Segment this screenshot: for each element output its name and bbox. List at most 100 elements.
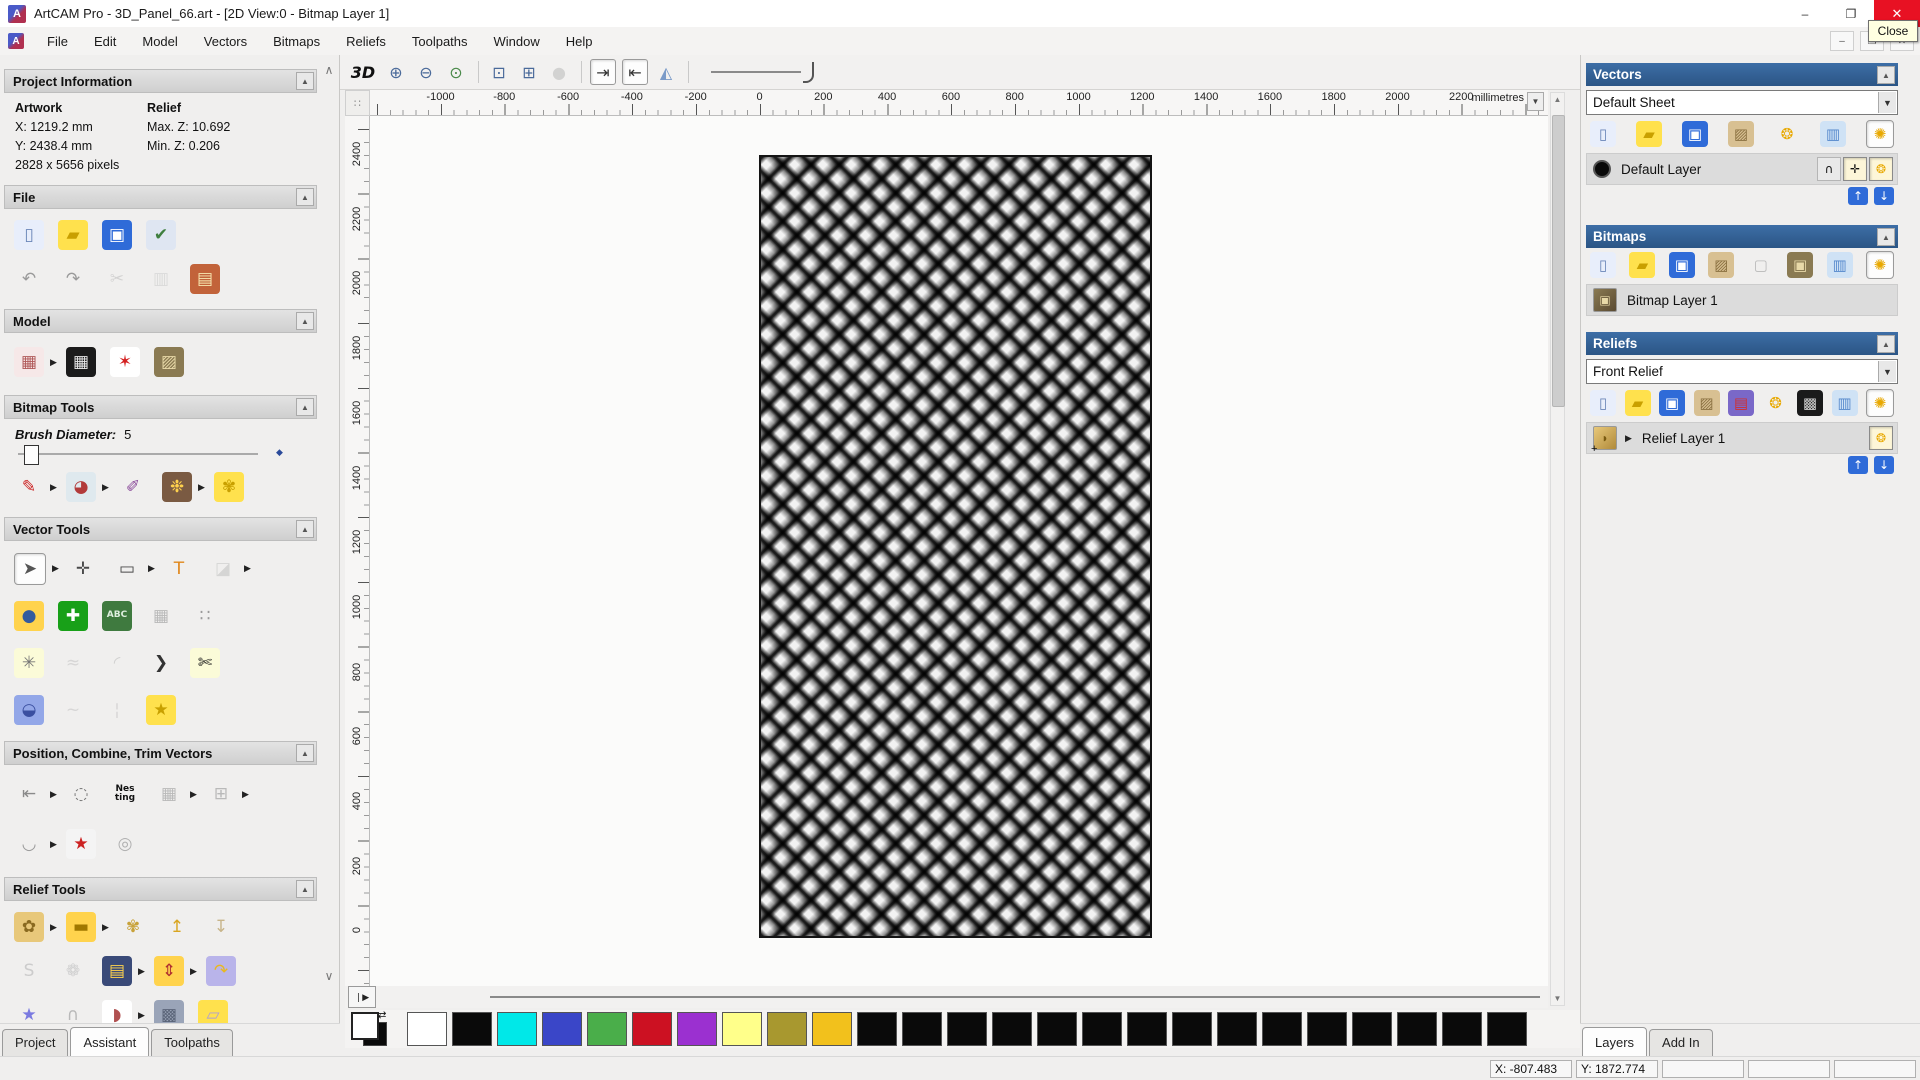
collapse-reliefs-button[interactable]: ▲ xyxy=(1877,335,1895,353)
nesting-icon[interactable]: Nes ting xyxy=(110,779,140,809)
slider-handle[interactable] xyxy=(803,62,814,83)
new-model-icon[interactable]: ▯ xyxy=(14,220,44,250)
new-bitmap-layer-icon[interactable]: ▯ xyxy=(1590,252,1616,278)
palette-swatch-black[interactable] xyxy=(992,1012,1032,1046)
zoom-selection-icon[interactable]: ● xyxy=(547,60,571,84)
wrap-relief-icon[interactable]: ↷ xyxy=(206,956,236,986)
palette-icon[interactable]: ❉ xyxy=(162,472,192,502)
layer-visibility-icon[interactable]: ❂ xyxy=(1869,426,1893,450)
scroll-right-button[interactable]: ❘▶ xyxy=(348,986,376,1008)
lighting-icon[interactable]: ✶ xyxy=(110,347,140,377)
save-model-icon[interactable]: ▣ xyxy=(102,220,132,250)
create-vector-text-icon[interactable]: ABC xyxy=(102,600,132,631)
create-text-icon[interactable]: T xyxy=(164,554,194,584)
vertical-scrollbar[interactable]: ▲ ▼ xyxy=(1550,92,1565,1006)
primary-colour-swatch[interactable] xyxy=(351,1012,379,1040)
delete-bitmap-layer-icon[interactable]: ▥ xyxy=(1826,252,1853,278)
palette-swatch-black[interactable] xyxy=(857,1012,897,1046)
move-layer-up-button[interactable]: ↑ xyxy=(1848,456,1868,474)
attach-bitmap-icon[interactable]: ▣ xyxy=(1787,252,1814,278)
delete-relief-layer-icon[interactable]: ▥ xyxy=(1831,390,1858,416)
set-model-size-icon[interactable]: ▦ xyxy=(14,347,44,377)
ruler-origin-icon[interactable]: ∷ xyxy=(345,90,370,116)
greyscale-relief-icon[interactable]: ▩ xyxy=(1797,390,1823,416)
envelope-distort-icon[interactable]: ▦ xyxy=(146,601,176,631)
chevron-down-icon[interactable]: ▼ xyxy=(1878,92,1896,113)
undo-icon[interactable]: ↶ xyxy=(14,264,44,294)
cut-icon[interactable]: ✂ xyxy=(102,264,132,294)
swap-colours-icon[interactable]: ⇄ xyxy=(378,1010,386,1021)
create-rectangle-icon[interactable]: ▭ xyxy=(112,554,142,584)
open-bitmap-layer-icon[interactable]: ▰ xyxy=(1629,252,1656,278)
measure-tape-icon[interactable]: ● xyxy=(14,600,44,631)
create-star-icon[interactable]: ★ xyxy=(146,694,176,725)
delete-vector-layer-icon[interactable]: ▥ xyxy=(1820,121,1846,147)
add-relief-icon[interactable]: ↥ xyxy=(162,912,192,942)
swept-profile-flyout-arrow[interactable]: ▶ xyxy=(138,1010,148,1021)
toggle-bitmap-view-icon[interactable]: ⇥ xyxy=(590,59,616,85)
fit-arcs-icon[interactable]: ◜ xyxy=(102,648,132,678)
collapse-vectors-button[interactable]: ▲ xyxy=(1877,66,1895,84)
collapse-section-button[interactable]: ▲ xyxy=(296,520,314,538)
menu-toolpaths[interactable]: Toolpaths xyxy=(399,30,481,53)
move-layer-down-button[interactable]: ↓ xyxy=(1874,187,1894,205)
scroll-down-arrow[interactable]: ▼ xyxy=(1551,994,1564,1003)
paint-icon[interactable]: ✎ xyxy=(14,472,44,502)
panel-scrollbar[interactable]: ∧ ∨ xyxy=(321,63,337,983)
adjust-model-icon[interactable]: ▦ xyxy=(66,347,96,377)
zoom-in-icon[interactable]: ⊕ xyxy=(384,60,408,84)
toggle-vector-view-icon[interactable]: ⇤ xyxy=(622,59,648,85)
tab-project[interactable]: Project xyxy=(2,1029,69,1056)
sheet-selector[interactable]: Default Sheet ▼ xyxy=(1586,90,1898,115)
palette-swatch-black[interactable] xyxy=(1307,1012,1347,1046)
select-vectors-flyout-arrow[interactable]: ▶ xyxy=(52,563,62,574)
palette-swatch-black[interactable] xyxy=(1352,1012,1392,1046)
save-vector-layer-icon[interactable]: ▣ xyxy=(1682,121,1708,147)
menu-bitmaps[interactable]: Bitmaps xyxy=(260,30,333,53)
save-bitmap-layer-icon[interactable]: ▣ xyxy=(1668,252,1695,278)
emboss-wizard-flyout-arrow[interactable]: ▶ xyxy=(138,966,148,977)
slider-track[interactable] xyxy=(18,453,258,455)
layer-visibility-icon[interactable]: ❂ xyxy=(1869,157,1893,181)
bitmap-layer-row[interactable]: ▣ Bitmap Layer 1 xyxy=(1586,284,1898,316)
texture-star-icon[interactable]: ★ xyxy=(14,1000,44,1023)
block-copy-flyout-arrow[interactable]: ▶ xyxy=(190,789,200,800)
palette-swatch-black[interactable] xyxy=(1487,1012,1527,1046)
offset-relief-icon[interactable]: ⇕ xyxy=(154,956,184,986)
zoom-objects-icon[interactable]: ⊡ xyxy=(487,60,511,84)
greyscale-image-icon[interactable]: ▨ xyxy=(154,347,184,377)
layer-colour-swatch[interactable] xyxy=(1593,160,1611,178)
swept-profile-icon[interactable]: ◗ xyxy=(102,1000,132,1023)
text-on-curve-icon[interactable]: ◌ xyxy=(66,779,96,809)
palette-swatch-white[interactable] xyxy=(407,1012,447,1046)
relief-layer-thumbnail[interactable]: ◗ + xyxy=(1591,426,1617,455)
texture-relief-icon[interactable]: ▩ xyxy=(154,1000,184,1023)
tab-add-in[interactable]: Add In xyxy=(1649,1029,1713,1056)
align-vectors-flyout-arrow[interactable]: ▶ xyxy=(50,789,60,800)
palette-flyout-arrow[interactable]: ▶ xyxy=(198,482,208,493)
palette-swatch-cyan[interactable] xyxy=(497,1012,537,1046)
move-layer-down-button[interactable]: ↓ xyxy=(1874,456,1894,474)
slider-handle[interactable] xyxy=(24,445,39,465)
palette-swatch-black[interactable] xyxy=(1217,1012,1257,1046)
menu-edit[interactable]: Edit xyxy=(81,30,129,53)
sculpting-flyout-arrow[interactable]: ▶ xyxy=(50,922,60,933)
create-shape-flyout-arrow[interactable]: ▶ xyxy=(102,922,112,933)
collapse-section-button[interactable]: ▲ xyxy=(296,312,314,330)
save-relief-layer-icon[interactable]: ▣ xyxy=(1659,390,1685,416)
view-3d-button[interactable]: 3D xyxy=(348,60,378,84)
free-sculpt-vectors-icon[interactable]: ≈ xyxy=(58,648,88,678)
palette-swatch-black[interactable] xyxy=(1127,1012,1167,1046)
zoom-out-icon[interactable]: ⊖ xyxy=(414,60,438,84)
zoom-page-icon[interactable]: ⊞ xyxy=(517,60,541,84)
align-vectors-icon[interactable]: ⇤ xyxy=(14,779,44,809)
node-editing-icon[interactable]: ✳ xyxy=(14,647,44,678)
minimize-button[interactable]: – xyxy=(1782,0,1828,27)
relief-sheets-icon[interactable]: ▱ xyxy=(198,1000,228,1023)
toggle-relief-layer-visibility-icon[interactable]: ❂ xyxy=(1763,390,1789,416)
palette-swatch-blue[interactable] xyxy=(542,1012,582,1046)
palette-swatch-black[interactable] xyxy=(1082,1012,1122,1046)
brush-diameter-slider[interactable]: ◆ xyxy=(0,445,339,465)
create-polyline-icon[interactable]: ✚ xyxy=(58,600,88,631)
tab-assistant[interactable]: Assistant xyxy=(70,1027,150,1056)
